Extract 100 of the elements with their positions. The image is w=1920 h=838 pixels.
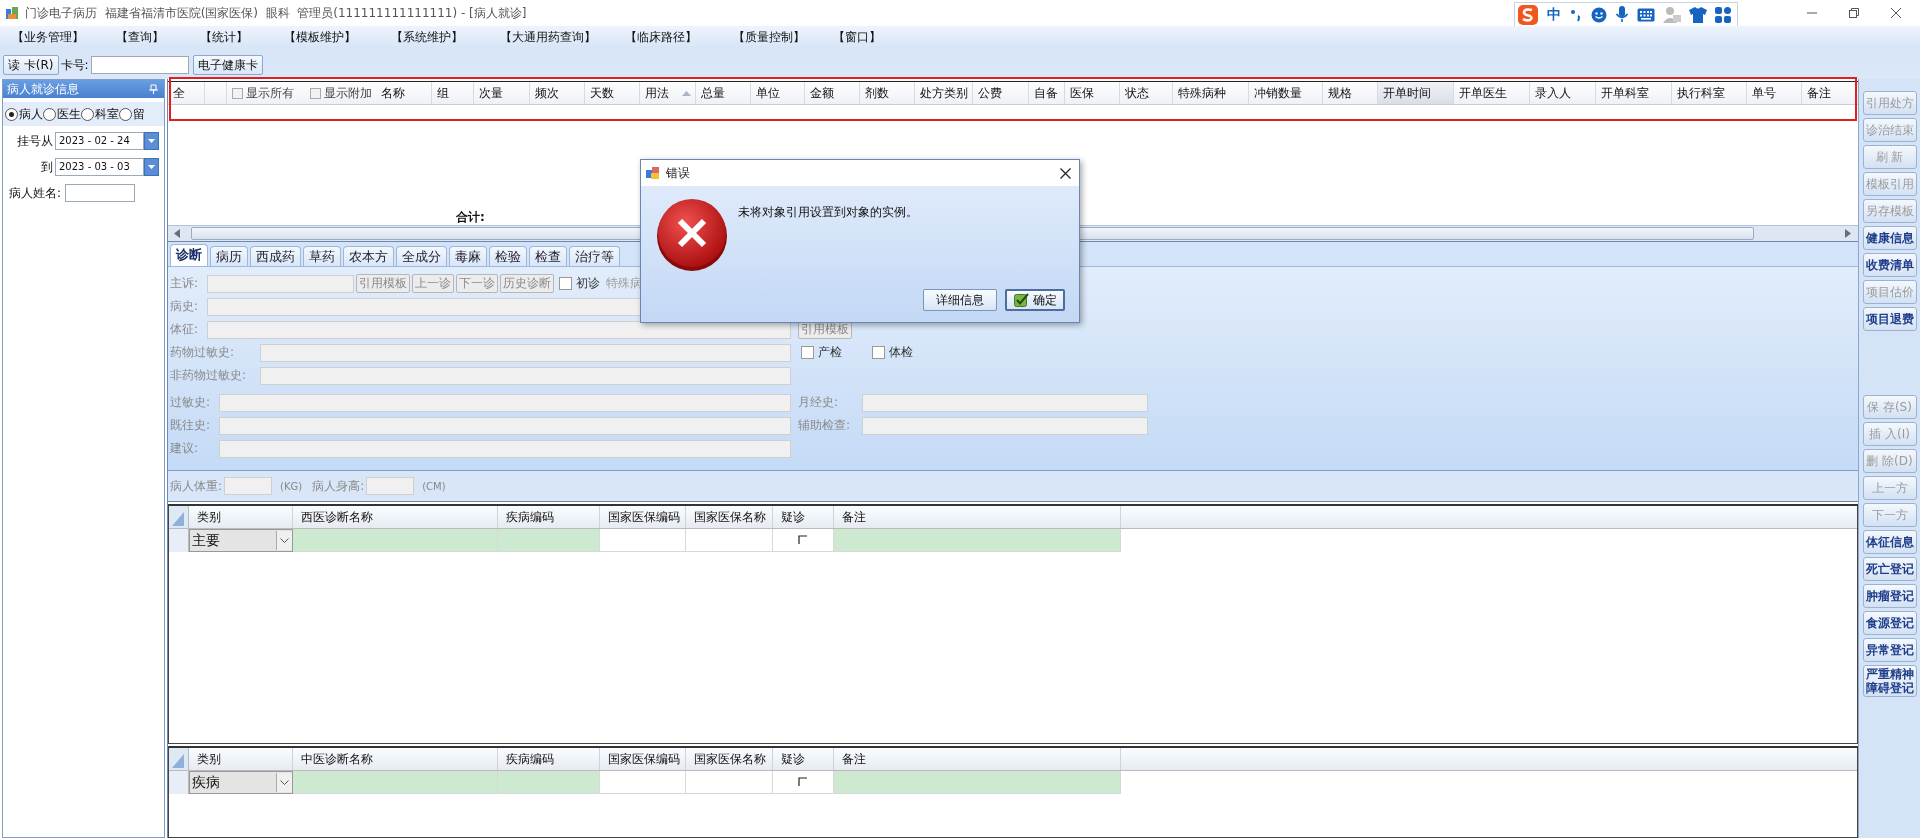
past-history-field[interactable] (219, 416, 791, 435)
grid-cell[interactable] (600, 771, 686, 794)
menu-item[interactable]: 【统计】 (198, 28, 282, 46)
column-header[interactable]: 疾病编码 (498, 506, 600, 528)
menu-item[interactable]: 【查询】 (114, 28, 198, 46)
column-header[interactable]: 国家医保编码 (600, 748, 686, 770)
column-header[interactable]: 疑诊 (773, 506, 834, 528)
non-drug-allergy-field[interactable] (260, 366, 791, 385)
column-header[interactable]: 冲销数量 (1249, 82, 1323, 104)
side-button[interactable]: 体征信息 (1862, 530, 1917, 554)
grid-cell[interactable] (293, 529, 498, 552)
aux-exam-field[interactable] (862, 416, 1148, 435)
column-header[interactable]: 名称 (376, 82, 432, 104)
first-visit-checkbox[interactable]: 初诊 (559, 275, 600, 292)
grid-cell[interactable] (686, 771, 773, 794)
grid-cell[interactable] (834, 771, 1121, 794)
column-header[interactable]: 公费 (973, 82, 1029, 104)
smiley-icon[interactable] (1591, 6, 1607, 23)
tab[interactable]: 检验 (489, 246, 527, 266)
column-header[interactable]: 特殊病种 (1173, 82, 1249, 104)
ime-logo-icon[interactable] (1517, 3, 1539, 26)
side-button[interactable]: 项目退费 (1862, 307, 1917, 331)
date-picker[interactable]: 2023 - 03 - 03 (55, 158, 144, 176)
ok-button[interactable]: 确定 (1005, 289, 1065, 311)
column-header[interactable]: 类别 (189, 748, 293, 770)
close-icon[interactable] (1060, 167, 1071, 179)
suspected-checkbox[interactable] (798, 777, 808, 787)
column-header[interactable]: 组 (432, 82, 474, 104)
exam-checkbox[interactable]: 体检 (872, 344, 913, 361)
radio-option[interactable]: 病人 (5, 105, 43, 123)
microphone-icon[interactable] (1615, 6, 1629, 23)
column-header[interactable]: 西医诊断名称 (293, 506, 498, 528)
category-dropdown[interactable]: 疾病 (189, 771, 293, 794)
menu-item[interactable]: 【质量控制】 (731, 28, 831, 46)
side-button[interactable]: 肿瘤登记 (1862, 584, 1917, 608)
menstrual-field[interactable] (862, 393, 1148, 412)
weight-field[interactable] (224, 477, 273, 495)
keyboard-icon[interactable] (1637, 7, 1655, 22)
column-header[interactable]: 开单科室 (1596, 82, 1672, 104)
apps-icon[interactable] (1715, 6, 1731, 23)
column-header[interactable]: 状态 (1120, 82, 1173, 104)
radio-option[interactable]: 医生 (43, 105, 81, 123)
column-header[interactable]: 国家医保名称 (686, 748, 773, 770)
row-header[interactable] (169, 529, 189, 552)
tab[interactable]: 草药 (303, 246, 341, 266)
menu-item[interactable]: 【模板维护】 (282, 28, 389, 46)
column-header[interactable]: 开单时间 (1378, 82, 1454, 104)
restore-icon[interactable] (1848, 7, 1860, 19)
column-header[interactable]: 用法 (640, 82, 696, 104)
grid-cell[interactable] (834, 529, 1121, 552)
scroll-right-icon[interactable] (1844, 229, 1852, 238)
menu-item[interactable]: 【系统维护】 (389, 28, 498, 46)
tab[interactable]: 西成药 (250, 246, 301, 266)
column-header[interactable]: 备注 (834, 748, 1121, 770)
column-header[interactable]: 国家医保名称 (686, 506, 773, 528)
column-header[interactable]: 录入人 (1530, 82, 1596, 104)
grid-cell[interactable] (498, 771, 600, 794)
column-header[interactable]: 总量 (696, 82, 751, 104)
row-header[interactable] (169, 771, 189, 794)
side-button[interactable]: 收费清单 (1862, 253, 1917, 277)
column-header[interactable]: 医保 (1065, 82, 1120, 104)
read-card-button[interactable]: 读 卡(R) (3, 55, 59, 75)
side-button[interactable]: 健康信息 (1862, 226, 1917, 250)
menu-item[interactable]: 【窗口】 (831, 28, 928, 46)
complaint-field[interactable] (207, 274, 354, 293)
pin-icon[interactable] (149, 84, 158, 94)
drug-allergy-field[interactable] (260, 343, 791, 362)
column-header[interactable]: 疾病编码 (498, 748, 600, 770)
grid-cell[interactable] (293, 771, 498, 794)
radio-button[interactable] (5, 107, 18, 121)
allergy-field[interactable] (219, 393, 791, 412)
column-header[interactable]: 执行科室 (1672, 82, 1747, 104)
grid-cell[interactable] (686, 529, 773, 552)
column-header[interactable]: 处方类别 (915, 82, 973, 104)
column-header[interactable]: 备注 (834, 506, 1121, 528)
details-button[interactable]: 详细信息 (923, 289, 997, 311)
card-number-field[interactable] (90, 56, 189, 74)
radio-option[interactable]: 留 (119, 105, 145, 123)
health-card-button[interactable]: 电子健康卡 (192, 55, 263, 75)
show-all-checkbox[interactable]: 显示所有 (227, 82, 305, 104)
side-button[interactable]: 死亡登记 (1862, 557, 1917, 581)
column-header[interactable]: 开单医生 (1454, 82, 1530, 104)
dropdown-button[interactable] (144, 132, 159, 150)
radio-button[interactable] (81, 107, 94, 121)
menu-item[interactable]: 【大通用药查询】 (498, 28, 623, 46)
radio-button[interactable] (119, 107, 132, 121)
patient-name-field[interactable] (65, 184, 135, 202)
date-picker[interactable]: 2023 - 02 - 24 (55, 132, 144, 150)
category-dropdown[interactable]: 主要 (189, 529, 293, 552)
column-header[interactable]: 全 (168, 82, 205, 104)
grid-corner[interactable] (169, 748, 189, 770)
column-header[interactable]: 备注 (1802, 82, 1858, 104)
grid-corner[interactable] (169, 506, 189, 528)
column-header[interactable]: 次量 (474, 82, 530, 104)
exam-checkbox[interactable]: 产检 (801, 344, 842, 361)
tab[interactable]: 毒麻 (449, 246, 487, 266)
column-header[interactable]: 中医诊断名称 (293, 748, 498, 770)
column-header[interactable]: 自备 (1029, 82, 1065, 104)
ime-mode-toggle[interactable]: 中 (1547, 5, 1561, 24)
side-button[interactable]: 严重精神障碍登记 (1862, 665, 1917, 697)
